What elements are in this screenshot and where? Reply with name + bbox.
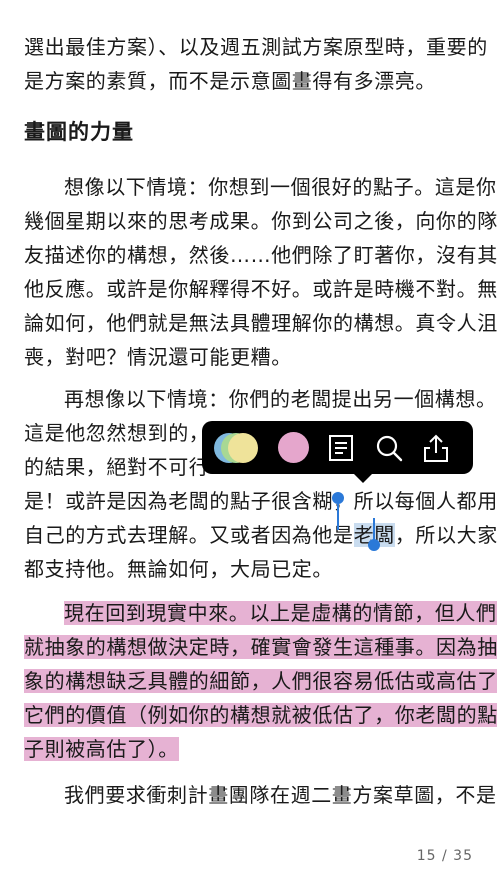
note-icon bbox=[329, 435, 353, 461]
yellow-color-swatch-icon bbox=[228, 433, 258, 463]
text-line: 幾個星期以來的思考成果。你到公司之後，向你的隊 bbox=[24, 209, 497, 233]
text-line: 的結果，絕對不可行 bbox=[24, 455, 210, 479]
text-line: 都支持他。無論如何，大局已定。 bbox=[24, 557, 333, 581]
highlighted-line[interactable]: 就抽象的構想做決定時，確實會發生這種事。因為抽 bbox=[24, 630, 497, 664]
text-line: 我們要求衝刺計畫團隊在週二畫方案草圖，不是 bbox=[64, 783, 497, 807]
section-heading: 畫圖的力量 bbox=[24, 120, 134, 144]
text-line: 這是他忽然想到的， bbox=[24, 421, 210, 445]
text-line: 再想像以下情境：你們的老闆提出另一個構想。 bbox=[64, 387, 497, 411]
highlighted-line[interactable]: 象的構想缺乏具體的細節，人們很容易低估或高估了 bbox=[24, 664, 497, 698]
text-line: 選出最佳方案）、以及週五測試方案原型時，重要的 bbox=[24, 35, 488, 59]
highlight-text[interactable]: 現在回到現實中來。以上是虛構的情節，但人們 bbox=[64, 601, 497, 625]
search-icon bbox=[376, 435, 403, 462]
highlight-text[interactable]: 它們的價值（例如你的構想就被低估了，你老闆的點 bbox=[24, 703, 497, 727]
text-segment: ，所以大家 bbox=[394, 523, 497, 547]
selection-popup-menu bbox=[202, 421, 473, 483]
highlighted-line[interactable]: 子則被高估了）。 bbox=[24, 732, 179, 766]
selection-start-stem[interactable] bbox=[337, 502, 339, 530]
text-line: 喪，對吧？情況還可能更糟。 bbox=[24, 345, 292, 369]
pink-highlight-button[interactable] bbox=[278, 432, 309, 463]
text-segment: 自己的方式去理解。又或者因為他是 bbox=[24, 523, 354, 547]
highlight-text[interactable]: 子則被高估了）。 bbox=[24, 737, 179, 761]
page-indicator: 15 / 35 bbox=[416, 848, 473, 864]
selection-end-handle[interactable] bbox=[368, 539, 380, 551]
text-line: 是方案的素質，而不是示意圖畫得有多漂亮。 bbox=[24, 69, 436, 93]
highlighted-line[interactable]: 現在回到現實中來。以上是虛構的情節，但人們 bbox=[64, 596, 497, 630]
text-line: 友描述你的構想，然後……他們除了盯著你，沒有其 bbox=[24, 243, 497, 267]
share-button[interactable] bbox=[421, 433, 451, 463]
highlighted-line[interactable]: 它們的價值（例如你的構想就被低估了，你老闆的點 bbox=[24, 698, 497, 732]
text-line: 自己的方式去理解。又或者因為他是老闆，所以大家 bbox=[24, 518, 497, 552]
search-button[interactable] bbox=[374, 433, 404, 463]
text-line: 他反應。或許是你解釋得不好。或許是時機不對。無 bbox=[24, 277, 497, 301]
text-segment: 所以每個人都用 bbox=[353, 489, 497, 513]
text-line: 論如何，他們就是無法具體理解你的構想。真令人沮 bbox=[24, 311, 497, 335]
text-line: 想像以下情境：你想到一個很好的點子。這是你 bbox=[64, 175, 497, 199]
share-icon bbox=[424, 434, 448, 462]
note-button[interactable] bbox=[326, 433, 356, 463]
highlight-text[interactable]: 象的構想缺乏具體的細節，人們很容易低估或高估了 bbox=[24, 669, 497, 693]
highlight-color-picker-button[interactable] bbox=[214, 432, 260, 464]
highlight-text[interactable]: 就抽象的構想做決定時，確實會發生這種事。因為抽 bbox=[24, 635, 497, 659]
text-segment: 是！或許是因為老闆的點子很含糊， bbox=[24, 489, 354, 513]
text-line: 是！或許是因為老闆的點子很含糊，所以每個人都用 bbox=[24, 484, 497, 518]
